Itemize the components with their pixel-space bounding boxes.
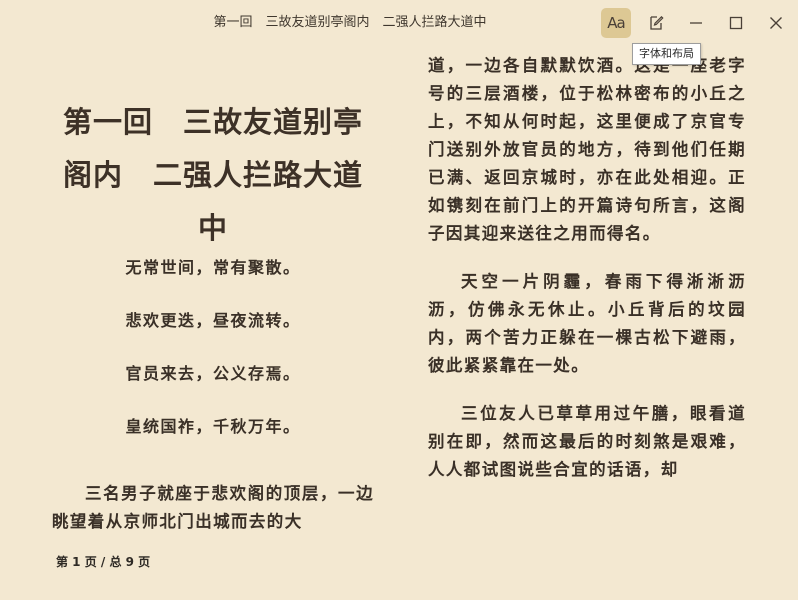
minimize-button[interactable] bbox=[681, 8, 711, 38]
edit-button[interactable] bbox=[641, 8, 671, 38]
body-paragraph: 三位友人已草草用过午膳，眼看道别在即，然而这最后的时刻煞是艰难，人人都试图说些合… bbox=[428, 404, 746, 479]
maximize-icon bbox=[729, 16, 743, 30]
right-page: 道，一边各自默默饮酒。这是一座老字号的三层酒楼，位于松林密布的小丘之上，不知从何… bbox=[428, 52, 746, 504]
close-icon bbox=[770, 17, 782, 29]
poem-line: 皇统国祚，千秋万年。 bbox=[125, 417, 301, 436]
body-paragraph: 三名男子就座于悲欢阁的顶层，一边眺望着从京师北门出城而去的大 bbox=[52, 484, 374, 531]
maximize-button[interactable] bbox=[721, 8, 751, 38]
poem-line: 无常世间，常有聚散。 bbox=[125, 258, 301, 277]
chapter-title: 第一回 三故友道别亭阁内 二强人拦路大道中 bbox=[62, 105, 363, 245]
title-bar: 第一回 三故友道别亭阁内 二强人拦路大道中 Aa bbox=[0, 0, 798, 46]
window-title: 第一回 三故友道别亭阁内 二强人拦路大道中 bbox=[213, 15, 487, 30]
left-page: 第一回 三故友道别亭阁内 二强人拦路大道中 无常世间，常有聚散。 悲欢更迭，昼夜… bbox=[52, 96, 374, 467]
poem-line: 官员来去，公义存焉。 bbox=[125, 364, 301, 383]
minimize-icon bbox=[690, 22, 702, 24]
body-paragraph: 道，一边各自默默饮酒。这是一座老字号的三层酒楼，位于松林密布的小丘之上，不知从何… bbox=[428, 56, 746, 243]
poem: 无常世间，常有聚散。 悲欢更迭，昼夜流转。 官员来去，公义存焉。 皇统国祚，千秋… bbox=[52, 255, 374, 467]
close-button[interactable] bbox=[761, 8, 791, 38]
page-indicator: 第 1 页 / 总 9 页 bbox=[56, 555, 151, 569]
body-paragraph: 天空一片阴霾，春雨下得淅淅沥沥，仿佛永无休止。小丘背后的坟园内，两个苦力正躲在一… bbox=[428, 272, 746, 375]
font-layout-icon: Aa bbox=[607, 14, 625, 32]
font-layout-button[interactable]: Aa bbox=[601, 8, 631, 38]
tooltip: 字体和布局 bbox=[632, 43, 701, 65]
poem-line: 悲欢更迭，昼夜流转。 bbox=[125, 311, 301, 330]
edit-icon bbox=[650, 15, 664, 30]
